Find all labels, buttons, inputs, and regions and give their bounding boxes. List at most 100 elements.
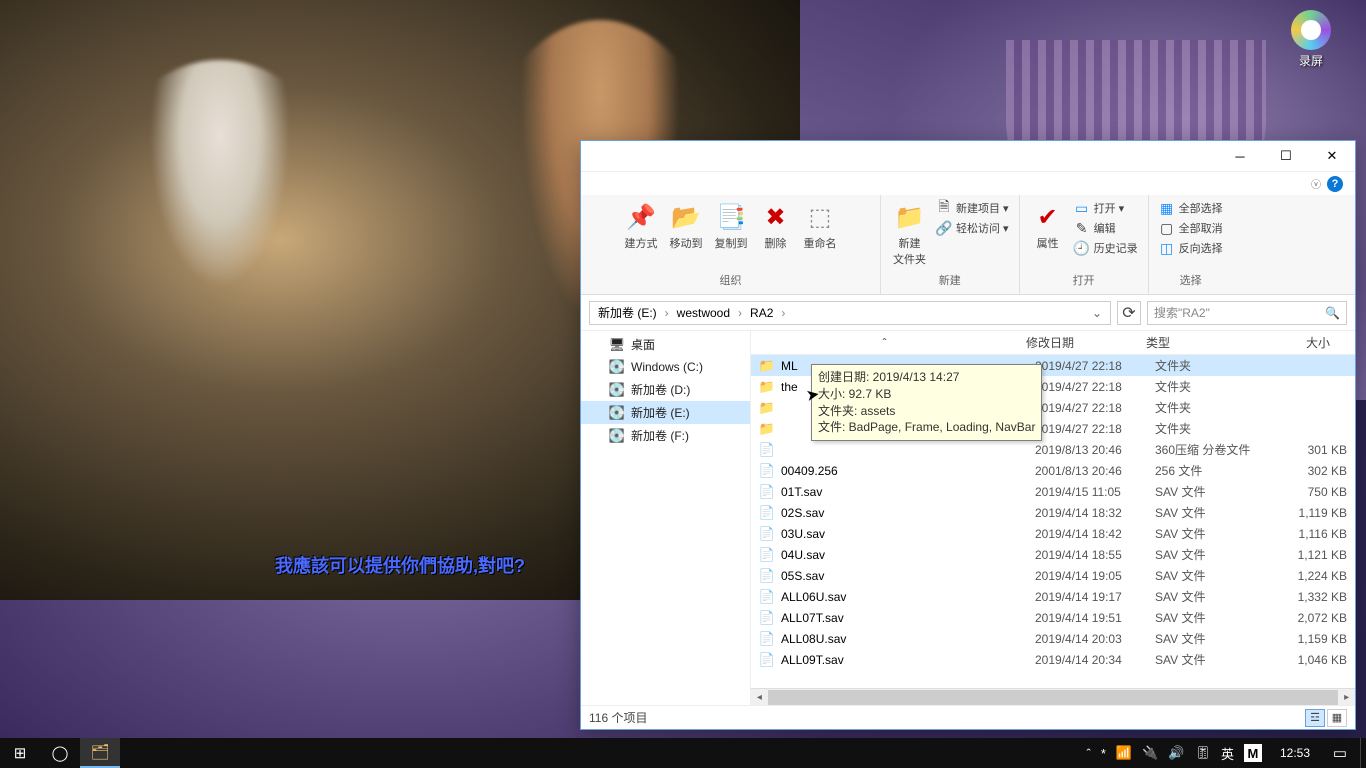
taskbar-app-explorer[interactable]: 🗂 <box>80 738 120 768</box>
nav-item[interactable]: 💽新加卷 (F:) <box>581 424 750 447</box>
close-button[interactable]: ✕ <box>1309 141 1355 171</box>
file-type: 文件夹 <box>1155 378 1275 395</box>
wifi-icon[interactable]: 📶 <box>1116 745 1132 761</box>
table-row[interactable]: 📄05S.sav2019/4/14 19:05SAV 文件1,224 KB <box>751 565 1355 586</box>
table-row[interactable]: 📄04U.sav2019/4/14 18:55SAV 文件1,121 KB <box>751 544 1355 565</box>
file-name: ALL08U.sav <box>781 632 846 646</box>
pin-shortcut-button[interactable]: 📌建方式 <box>621 199 662 253</box>
table-row[interactable]: 📄ALL08U.sav2019/4/14 20:03SAV 文件1,159 KB <box>751 628 1355 649</box>
easy-access-button[interactable]: 🔗轻松访问 ▾ <box>934 219 1011 237</box>
breadcrumb-part[interactable]: 新加卷 (E:) <box>594 304 661 321</box>
search-placeholder: 搜索"RA2" <box>1154 304 1210 321</box>
ime-icon[interactable]: 🎚 <box>1194 745 1211 761</box>
table-row[interactable]: 📄00409.2562001/8/13 20:46256 文件302 KB <box>751 460 1355 481</box>
file-icon: 📄 <box>759 568 775 584</box>
ribbon-collapse-icon[interactable]: ⓥ <box>1311 176 1321 191</box>
nav-item[interactable]: 💽Windows (C:) <box>581 356 750 378</box>
edit-button[interactable]: ✎编辑 <box>1072 219 1140 237</box>
file-size: 1,119 KB <box>1275 506 1355 520</box>
move-icon: 📂 <box>670 201 702 233</box>
show-desktop-button[interactable] <box>1360 738 1366 768</box>
table-row[interactable]: 📄ALL06U.sav2019/4/14 19:17SAV 文件1,332 KB <box>751 586 1355 607</box>
select-all-button[interactable]: ▦全部选择 <box>1157 199 1225 217</box>
file-name: 02S.sav <box>781 506 824 520</box>
table-row[interactable]: 📄01T.sav2019/4/15 11:05SAV 文件750 KB <box>751 481 1355 502</box>
file-size: 1,116 KB <box>1275 527 1355 541</box>
breadcrumb[interactable]: 新加卷 (E:)› westwood› RA2› ⌄ <box>589 301 1111 325</box>
file-name: 05S.sav <box>781 569 824 583</box>
history-button[interactable]: 🕘历史记录 <box>1072 239 1140 257</box>
refresh-button[interactable]: ⟳ <box>1117 301 1141 325</box>
file-name: the <box>781 380 798 394</box>
cortana-button[interactable]: ◯ <box>40 738 80 768</box>
search-input[interactable]: 搜索"RA2" 🔍 <box>1147 301 1347 325</box>
new-folder-button[interactable]: 📁新建 文件夹 <box>889 199 930 269</box>
folder-tooltip: 创建日期: 2019/4/13 14:27 大小: 92.7 KB 文件夹: a… <box>811 364 1042 441</box>
file-size: 1,159 KB <box>1275 632 1355 646</box>
open-button[interactable]: ▭打开 ▾ <box>1072 199 1140 217</box>
copy-to-button[interactable]: 📑复制到 <box>711 199 752 253</box>
folder-icon: 📁 <box>894 201 926 233</box>
nav-item[interactable]: 💽新加卷 (E:) <box>581 401 750 424</box>
maximize-button[interactable]: ☐ <box>1263 141 1309 171</box>
breadcrumb-part[interactable]: westwood <box>673 306 734 320</box>
ribbon-group-label: 新建 <box>939 272 961 290</box>
table-row[interactable]: 📄02S.sav2019/4/14 18:32SAV 文件1,119 KB <box>751 502 1355 523</box>
desktop-icon-screencap[interactable]: 录屏 <box>1276 10 1346 69</box>
copy-icon: 📑 <box>715 201 747 233</box>
start-button[interactable]: ⊞ <box>0 738 40 768</box>
table-row[interactable]: 📄ALL07T.sav2019/4/14 19:51SAV 文件2,072 KB <box>751 607 1355 628</box>
horizontal-scrollbar[interactable]: ◂ ▸ <box>751 688 1355 705</box>
table-row[interactable]: 📄ALL09T.sav2019/4/14 20:34SAV 文件1,046 KB <box>751 649 1355 670</box>
table-row[interactable]: 📄2019/8/13 20:46360压缩 分卷文件301 KB <box>751 439 1355 460</box>
move-to-button[interactable]: 📂移动到 <box>666 199 707 253</box>
col-type[interactable]: 类型 <box>1138 334 1258 351</box>
table-row[interactable]: 📄03U.sav2019/4/14 18:42SAV 文件1,116 KB <box>751 523 1355 544</box>
tray-overflow-icon[interactable]: ˆ <box>1086 746 1090 761</box>
breadcrumb-part[interactable]: RA2 <box>746 306 777 320</box>
taskbar[interactable]: ⊞ ◯ 🗂 ˆ * 📶 🔌 🔊 🎚 英 M 12:53 ▭ <box>0 738 1366 768</box>
scroll-left-icon[interactable]: ◂ <box>751 689 768 706</box>
col-size[interactable]: 大小 <box>1258 334 1338 351</box>
action-center-button[interactable]: ▭ <box>1320 738 1360 768</box>
windows-icon: ⊞ <box>14 744 27 762</box>
ime-mode[interactable]: M <box>1244 744 1262 762</box>
thumbnails-view-button[interactable]: ▦ <box>1327 709 1347 727</box>
column-headers[interactable]: ˆ 修改日期 类型 大小 <box>751 331 1355 355</box>
system-tray[interactable]: ˆ * 📶 🔌 🔊 🎚 英 M <box>1078 744 1270 763</box>
new-item-button[interactable]: 🗎新建项目 ▾ <box>934 199 1011 217</box>
navigation-pane[interactable]: 🖥桌面💽Windows (C:)💽新加卷 (D:)💽新加卷 (E:)💽新加卷 (… <box>581 331 751 705</box>
file-list-pane: ˆ 修改日期 类型 大小 📁ML2019/4/27 22:18文件夹📁the20… <box>751 331 1355 705</box>
col-date[interactable]: 修改日期 <box>1018 334 1138 351</box>
file-icon: 📁 <box>759 358 775 374</box>
file-date: 2019/4/14 18:42 <box>1035 527 1155 541</box>
select-invert-button[interactable]: ◫反向选择 <box>1157 239 1225 257</box>
file-size: 750 KB <box>1275 485 1355 499</box>
minimize-button[interactable]: ─ <box>1217 141 1263 171</box>
file-name: 01T.sav <box>781 485 822 499</box>
properties-icon: ✔ <box>1032 201 1064 233</box>
power-icon[interactable]: 🔌 <box>1142 745 1158 761</box>
scroll-thumb[interactable] <box>768 690 1339 705</box>
help-icon[interactable]: ? <box>1327 176 1343 192</box>
scroll-right-icon[interactable]: ▸ <box>1338 689 1355 706</box>
taskbar-clock[interactable]: 12:53 <box>1270 746 1320 760</box>
selectinvert-icon: ◫ <box>1159 240 1175 256</box>
rename-button[interactable]: ⬚重命名 <box>800 199 841 253</box>
details-view-button[interactable]: ☲ <box>1305 709 1325 727</box>
col-name[interactable]: ˆ <box>751 336 1018 350</box>
select-none-button[interactable]: ▢全部取消 <box>1157 219 1225 237</box>
nav-item[interactable]: 💽新加卷 (D:) <box>581 378 750 401</box>
file-type: SAV 文件 <box>1155 651 1275 668</box>
nav-item[interactable]: 🖥桌面 <box>581 333 750 356</box>
delete-button[interactable]: ✖删除 <box>756 199 796 253</box>
titlebar[interactable]: ─ ☐ ✕ <box>581 141 1355 171</box>
ime-lang[interactable]: 英 <box>1221 744 1234 763</box>
file-rows[interactable]: 📁ML2019/4/27 22:18文件夹📁the2019/4/27 22:18… <box>751 355 1355 688</box>
sort-indicator-icon: ˆ <box>883 336 887 350</box>
nav-label: Windows (C:) <box>631 360 703 374</box>
volume-icon[interactable]: 🔊 <box>1168 745 1184 761</box>
properties-button[interactable]: ✔属性 <box>1028 199 1068 253</box>
tray-icon[interactable]: * <box>1101 746 1106 761</box>
breadcrumb-dropdown-icon[interactable]: ⌄ <box>1088 306 1106 320</box>
